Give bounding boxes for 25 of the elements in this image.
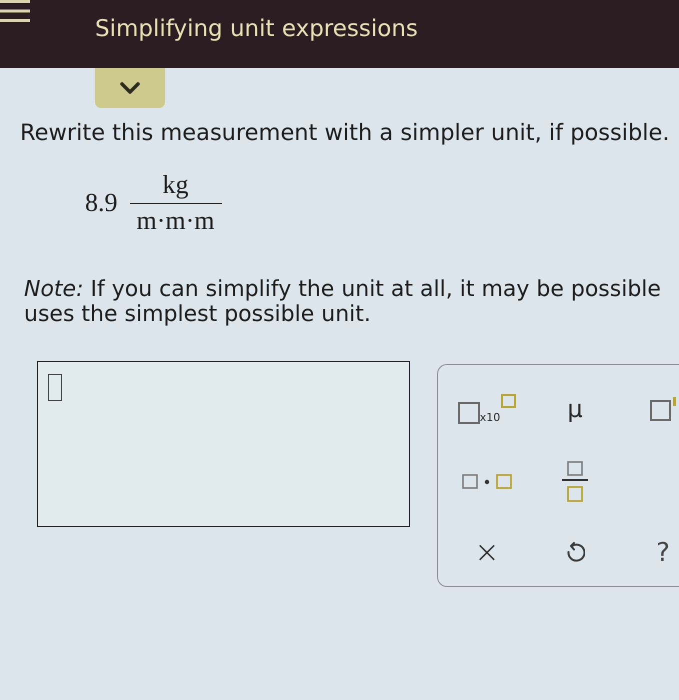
superscript-key[interactable] — [650, 397, 676, 421]
menu-icon[interactable] — [0, 0, 30, 22]
multiply-dot-key[interactable] — [462, 474, 512, 488]
empty-box-icon — [458, 402, 480, 424]
empty-slot-icon — [48, 374, 62, 401]
superscript-template-icon — [650, 397, 676, 421]
page-title: Simplifying unit expressions — [95, 15, 418, 43]
undo-icon — [565, 542, 585, 564]
fraction-template-icon — [562, 460, 588, 502]
fraction-key[interactable] — [562, 460, 588, 502]
scientific-notation-key[interactable]: x10 — [458, 394, 516, 424]
chevron-down-icon — [120, 82, 140, 94]
unit-numerator: kg — [162, 170, 188, 200]
help-button[interactable]: ? — [656, 539, 670, 567]
empty-box-icon — [501, 394, 516, 408]
clear-key[interactable]: × — [474, 539, 500, 567]
question-text: Rewrite this measurement with a simpler unit, if possible. — [20, 120, 671, 146]
expand-toggle-button[interactable] — [95, 68, 165, 108]
note-text: uses the simplest possible unit. — [24, 302, 371, 327]
micro-key[interactable]: μ — [567, 396, 583, 422]
measurement-value: 8.9 — [85, 188, 118, 218]
note-text: Note: If you can simplify the unit at all, it may be possible — [24, 277, 661, 302]
undo-button[interactable] — [565, 542, 585, 564]
dot-product-template-icon — [462, 474, 512, 488]
unit-denominator: m·m·m — [136, 206, 214, 236]
